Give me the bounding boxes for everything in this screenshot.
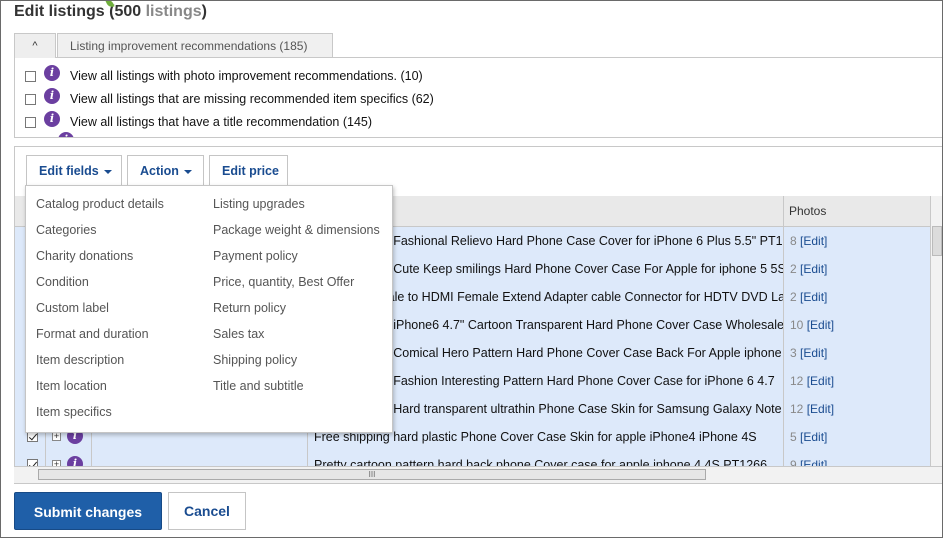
recommendation-checkbox[interactable] [25,70,36,82]
horizontal-scrollbar[interactable]: III [14,466,942,484]
recommendation-item[interactable]: i View all listings with photo improveme… [25,65,423,86]
edit-photos-link[interactable]: [Edit] [800,290,827,304]
photos-cell: 9 [Edit] [783,451,931,466]
cancel-button[interactable]: Cancel [168,492,246,530]
chevron-up-icon: ^ [32,40,38,52]
photos-cell: 8 [Edit] [783,227,931,255]
edit-photos-link[interactable]: [Edit] [807,374,834,388]
recommendation-item[interactable]: i View all listings that are missing rec… [25,88,434,109]
photo-count: 5 [790,430,797,444]
photo-count: 12 [790,402,804,416]
recommendation-item[interactable]: i View all listings that have a title re… [25,111,372,132]
photo-count: 10 [790,318,804,332]
edit-fields-menu: Catalog product details Categories Charity… [25,185,393,433]
edit-photos-link[interactable]: [Edit] [800,430,827,444]
partial-info-icon: i [58,132,74,137]
edit-photos-link[interactable]: [Edit] [800,346,827,360]
menu-item[interactable]: Listing upgrades [213,191,305,217]
tab-listing-improvement[interactable]: Listing improvement recommendations (185… [57,33,333,57]
menu-item[interactable]: Item location [36,373,107,399]
photo-count: 12 [790,374,804,388]
menu-item[interactable]: Title and subtitle [213,373,304,399]
info-icon[interactable]: i [44,111,60,127]
edit-photos-link[interactable]: [Edit] [807,402,834,416]
table-row[interactable]: + i Pretty cartoon pattern hard back phone… [15,451,931,466]
edit-photos-link[interactable]: [Edit] [800,458,827,466]
recommendations-panel: ^ Listing improvement recommendations (1… [14,33,942,138]
info-icon[interactable]: i [67,456,83,466]
edit-photos-link[interactable]: [Edit] [807,318,834,332]
menu-item[interactable]: Item description [36,347,124,373]
photos-cell: 2 [Edit] [783,255,931,283]
row-checkbox[interactable] [27,459,38,466]
menu-item[interactable]: Price, quantity, Best Offer [213,269,354,295]
vertical-scrollbar[interactable] [930,196,942,466]
expand-icon[interactable]: + [52,432,61,441]
menu-item[interactable]: Return policy [213,295,286,321]
menu-item[interactable]: Catalog product details [36,191,164,217]
menu-item[interactable]: Item specifics [36,399,112,425]
listing-title[interactable]: Pretty cartoon pattern hard back phone C… [307,451,783,466]
edit-price-button[interactable]: Edit price [209,155,288,185]
caret-down-icon [183,169,192,174]
scroll-thumb[interactable]: III [38,469,706,480]
photo-count: 2 [790,262,797,276]
column-divider [45,451,46,466]
menu-item[interactable]: Condition [36,269,89,295]
photos-cell: 3 [Edit] [783,339,931,367]
edit-photos-link[interactable]: [Edit] [800,262,827,276]
menu-item[interactable]: Sales tax [213,321,264,347]
scroll-thumb[interactable] [932,226,942,256]
menu-item[interactable]: Shipping policy [213,347,297,373]
caret-down-icon [103,169,112,174]
menu-item[interactable]: Categories [36,217,96,243]
photos-column-header[interactable]: Photos [783,196,931,226]
edit-fields-button[interactable]: Edit fields [26,155,122,185]
menu-item[interactable]: Format and duration [36,321,149,347]
info-icon: i [58,132,74,137]
photos-cell: 10 [Edit] [783,311,931,339]
photo-count: 2 [790,290,797,304]
menu-item[interactable]: Payment policy [213,243,298,269]
photo-count: 8 [790,234,797,248]
submit-changes-button[interactable]: Submit changes [14,492,162,530]
recommendations-tabbar: ^ Listing improvement recommendations (1… [15,33,942,58]
recommendation-checkbox[interactable] [25,116,36,128]
photos-cell: 2 [Edit] [783,283,931,311]
photos-cell: 5 [Edit] [783,423,931,451]
info-icon[interactable]: i [44,88,60,104]
recommendation-checkbox[interactable] [25,93,36,105]
listing-count: 500 [114,3,142,20]
menu-item[interactable]: Custom label [36,295,109,321]
photo-count: 3 [790,346,797,360]
collapse-button[interactable]: ^ [15,33,56,58]
photos-cell: 12 [Edit] [783,395,931,423]
photo-count: 9 [790,458,797,466]
menu-item[interactable]: Charity donations [36,243,133,269]
column-divider [91,451,92,466]
photos-cell: 12 [Edit] [783,367,931,395]
app-frame: Edit listings (500 listings) ^ Listing i… [0,0,943,538]
info-icon[interactable]: i [44,65,60,81]
action-button[interactable]: Action [127,155,204,185]
edit-photos-link[interactable]: [Edit] [800,234,827,248]
menu-item[interactable]: Package weight & dimensions [213,217,380,243]
